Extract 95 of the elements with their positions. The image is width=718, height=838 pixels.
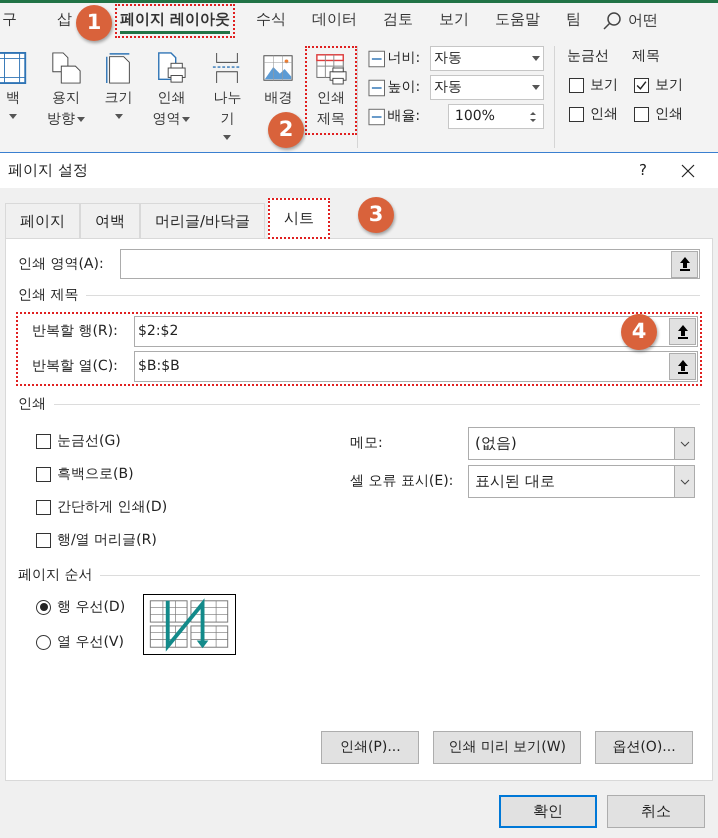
tell-me-text[interactable]: 어떤: [628, 9, 658, 32]
section-heading: 인쇄: [18, 395, 46, 414]
checkbox[interactable]: [36, 467, 51, 482]
step-badge: 2: [268, 112, 304, 148]
column-heading: 눈금선: [567, 47, 610, 66]
print-area-field[interactable]: [120, 249, 700, 279]
ribbon-button[interactable]: 인쇄 제목: [305, 46, 357, 135]
dialog-tab[interactable]: 시트: [268, 198, 330, 239]
field-label: 메모:: [350, 434, 384, 453]
checkbox[interactable]: [36, 500, 51, 515]
checkbox-label: 흑백으로(B): [57, 465, 134, 484]
checkbox[interactable]: [569, 78, 584, 93]
caret-icon: [223, 134, 232, 140]
caret-icon: [532, 56, 540, 61]
field-label: 높이:: [387, 78, 422, 97]
dropdown[interactable]: (없음): [468, 427, 695, 460]
up-arrow-icon: [676, 358, 688, 374]
dialog-title: 페이지 설정: [8, 160, 89, 182]
radio-button[interactable]: [36, 634, 51, 650]
ribbon-button[interactable]: 크기: [98, 46, 140, 128]
field-label: 인쇄 영역(A):: [18, 254, 105, 274]
dialog-button[interactable]: 인쇄(P)...: [321, 731, 420, 764]
caret-icon: [9, 114, 17, 118]
dialog-button[interactable]: 옵션(O)...: [595, 731, 693, 764]
radio-button[interactable]: [36, 600, 51, 614]
caret-icon: [76, 116, 85, 122]
ribbon-tab[interactable]: 도움말: [490, 4, 546, 38]
ribbon-button[interactable]: 나누기: [203, 46, 252, 149]
dialog-button[interactable]: 취소: [607, 795, 705, 828]
table-printer-icon: [315, 51, 348, 85]
field-label: 셀 오류 표시(E):: [350, 472, 454, 491]
scale-icon: [368, 48, 386, 68]
collapse-button[interactable]: [669, 318, 696, 345]
checkbox-label: 보기: [655, 76, 683, 95]
radio-label: 행 우선(D): [57, 598, 126, 616]
ribbon-tab[interactable]: 삽: [52, 4, 77, 38]
ribbon-button[interactable]: 용지 방향: [40, 46, 92, 135]
ribbon-button[interactable]: 인쇄 영역: [146, 46, 198, 135]
checkbox[interactable]: [634, 107, 649, 122]
close-icon: [681, 164, 695, 178]
column-heading: 제목: [632, 47, 661, 66]
step-badge: 1: [76, 5, 112, 41]
dialog-button[interactable]: 인쇄 미리 보기(W): [433, 731, 581, 764]
checkbox-label: 인쇄: [655, 105, 683, 124]
page-printer-icon: [155, 51, 188, 85]
section-heading: 인쇄 제목: [18, 286, 78, 305]
collapse-button[interactable]: [671, 250, 698, 278]
field-label: 반복할 열(C):: [32, 357, 119, 376]
caret-icon: [532, 85, 540, 90]
search-icon[interactable]: [602, 10, 622, 30]
scale-icon: [368, 106, 386, 126]
check-icon: [636, 80, 647, 91]
dialog-button[interactable]: 확인: [499, 795, 597, 828]
chevron-down-icon: [680, 478, 690, 484]
caret-icon: [114, 114, 123, 118]
checkbox-label: 눈금선(G): [57, 432, 121, 451]
checkbox[interactable]: [36, 533, 51, 548]
ribbon-tab[interactable]: 데이터: [307, 4, 362, 38]
dropdown[interactable]: 자동: [430, 75, 544, 100]
ribbon-tab[interactable]: 보기: [434, 4, 474, 38]
checkbox-label: 간단하게 인쇄(D): [57, 498, 168, 517]
field-label: 반복할 행(R):: [32, 322, 119, 341]
dialog-tab[interactable]: 페이지: [5, 203, 80, 238]
dialog-tab[interactable]: 머리글/바닥글: [140, 203, 266, 238]
help-button[interactable]: ?: [628, 159, 658, 182]
up-arrow-icon: [678, 256, 690, 272]
field-label: 배율:: [387, 107, 422, 126]
ribbon-button[interactable]: 배경: [257, 46, 300, 114]
chevron-down-icon: [680, 440, 690, 446]
ribbon-tab[interactable]: 페이지 레이아웃: [115, 4, 236, 38]
checkbox-label: 행/열 머리글(R): [57, 531, 157, 550]
checkbox[interactable]: [36, 434, 51, 449]
checkbox-label: 인쇄: [590, 105, 618, 124]
section-heading: 페이지 순서: [18, 566, 92, 585]
checkbox[interactable]: [634, 78, 649, 93]
checkbox[interactable]: [569, 107, 584, 122]
radio-label: 열 우선(V): [57, 632, 124, 652]
ribbon-tab[interactable]: 수식: [251, 4, 292, 38]
range-field[interactable]: $B:$B: [134, 351, 698, 382]
caret-icon: [182, 116, 190, 122]
ribbon-tab[interactable]: 구: [0, 4, 22, 38]
ribbon-tab[interactable]: 검토: [378, 4, 418, 38]
dropdown[interactable]: 자동: [430, 46, 544, 71]
spinner-arrows-icon: [528, 110, 537, 124]
ribbon-tab[interactable]: 팀: [561, 4, 586, 38]
checkbox-label: 보기: [590, 76, 618, 95]
scale-icon: [368, 78, 386, 98]
collapse-button[interactable]: [669, 353, 696, 380]
field-label: 너비:: [387, 49, 422, 68]
spinner-field[interactable]: 100%: [448, 104, 544, 129]
pages-icon: [50, 51, 82, 85]
up-arrow-icon: [676, 324, 688, 340]
dialog-tab[interactable]: 여백: [80, 203, 140, 238]
dropdown[interactable]: 표시된 대로: [468, 465, 695, 498]
ribbon-button[interactable]: 백: [0, 46, 34, 128]
